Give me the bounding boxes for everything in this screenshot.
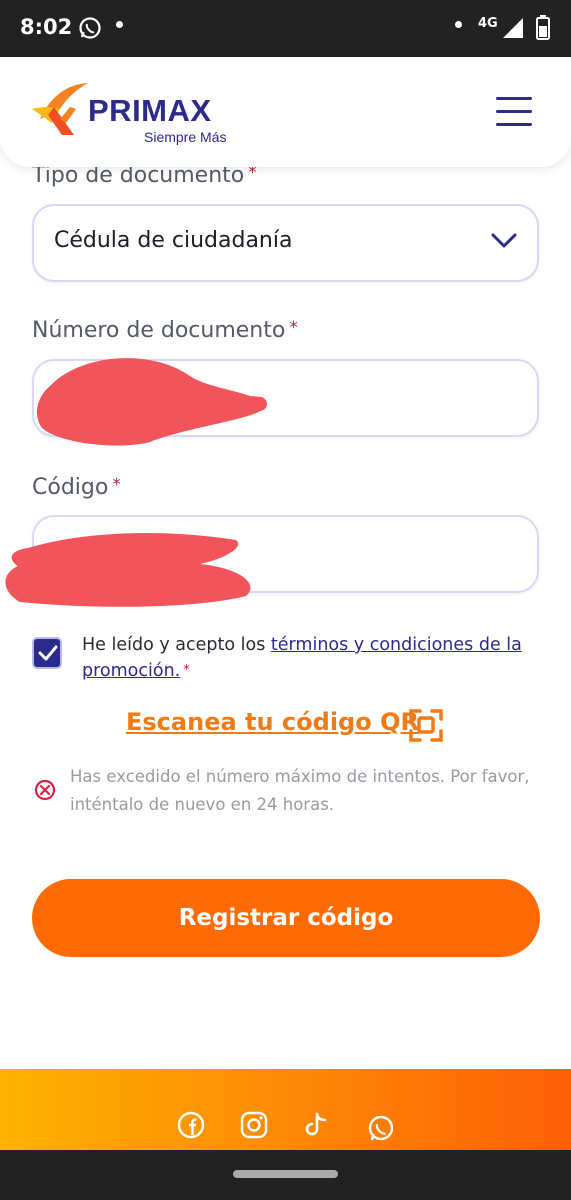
error-message: Has excedido el número máximo de intento… xyxy=(70,767,530,814)
footer xyxy=(0,1069,571,1150)
battery-icon xyxy=(536,15,550,44)
system-navigation-bar xyxy=(0,1150,571,1200)
primax-logo-icon xyxy=(30,79,92,141)
qr-scan-icon[interactable] xyxy=(409,708,443,746)
home-gesture-handle[interactable] xyxy=(233,1170,338,1178)
required-mark: * xyxy=(183,663,190,678)
notification-dot-icon xyxy=(116,21,123,28)
document-number-input[interactable] xyxy=(32,359,539,437)
whatsapp-icon[interactable] xyxy=(367,1115,395,1147)
document-type-select[interactable]: Cédula de ciudadanía xyxy=(32,204,539,282)
checkmark-icon xyxy=(38,645,58,661)
register-code-button[interactable]: Registrar código xyxy=(32,879,540,957)
terms-text: He leído y acepto los términos y condici… xyxy=(82,632,522,684)
facebook-icon[interactable] xyxy=(177,1111,205,1143)
instagram-icon[interactable] xyxy=(240,1111,268,1143)
status-bar: 8:02 4G xyxy=(0,0,571,57)
notification-dot-icon xyxy=(455,21,462,28)
error-icon xyxy=(34,779,56,805)
required-mark: * xyxy=(289,318,298,338)
hamburger-menu-icon xyxy=(496,110,532,113)
brand-tagline: Siempre Más xyxy=(144,129,227,145)
menu-button[interactable] xyxy=(494,95,536,129)
chevron-down-icon xyxy=(491,233,517,253)
document-number-label-text: Número de documento xyxy=(32,318,286,343)
code-label: Código * xyxy=(32,475,121,500)
hamburger-menu-icon xyxy=(496,97,532,100)
app-header: PRIMAX Siempre Más xyxy=(0,57,571,167)
document-number-label: Número de documento * xyxy=(32,318,298,343)
signal-icon xyxy=(503,18,523,42)
status-time: 8:02 xyxy=(20,15,73,39)
code-label-text: Código xyxy=(32,475,109,500)
required-mark: * xyxy=(112,475,121,495)
whatsapp-notification-icon xyxy=(78,16,102,44)
terms-checkbox[interactable] xyxy=(32,637,62,669)
document-type-value: Cédula de ciudadanía xyxy=(54,228,293,253)
terms-text-prefix: He leído y acepto los xyxy=(82,635,271,655)
tiktok-icon[interactable] xyxy=(303,1111,331,1143)
scan-qr-link[interactable]: Escanea tu código QR xyxy=(126,708,419,736)
hamburger-menu-icon xyxy=(496,123,532,126)
network-type: 4G xyxy=(478,16,498,31)
brand-name: PRIMAX xyxy=(88,93,212,128)
code-input[interactable] xyxy=(32,515,539,593)
